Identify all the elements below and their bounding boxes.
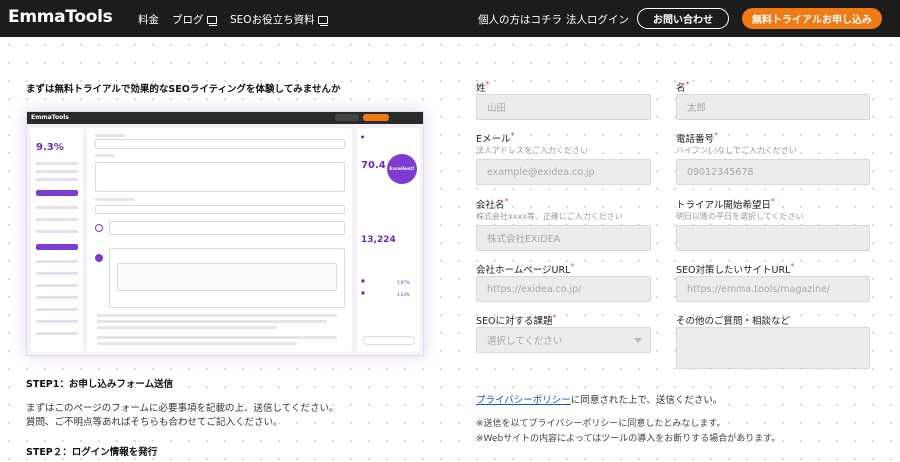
other-inquiry-textarea[interactable] — [676, 327, 870, 369]
homepage-label: 会社ホームページURL* — [476, 262, 575, 276]
nav-link-blog[interactable]: ブログ — [172, 12, 217, 27]
mock-header: EmmaTools — [27, 112, 423, 124]
mock-editor — [87, 128, 352, 352]
other-inquiry-label: その他のご質問・相談など — [676, 316, 791, 327]
phone-label: 電話番号* — [676, 131, 719, 145]
start-date-label: トライアル開始希望日* — [676, 197, 775, 211]
mock-score-panel: ● 70.4 Excellent! 13,224 ■ 1.97% ■ 1.03% — [357, 128, 420, 352]
top-navbar: EmmaTools 料金 ブログ SEOお役立ち資料 個人の方はコチラ 法人ログ… — [0, 0, 900, 37]
note-line-1: ※送信を以てプライバシーポリシーに同意したとみなします。 — [476, 419, 726, 429]
mock-score: 70.4 — [361, 160, 386, 171]
step1-text-line1: まずはこのページのフォームに必要事項を記載の上、送信してください。 — [26, 403, 339, 414]
free-trial-button[interactable]: 無料トライアルお申し込み — [742, 8, 882, 29]
company-input[interactable]: 株式会社EXIDEA — [476, 225, 651, 251]
nav-link-pricing[interactable]: 料金 — [138, 12, 159, 27]
last-name-input[interactable]: 山田 — [476, 94, 651, 120]
note-line-2: ※Webサイトの内容によってはツールの導入をお断りする場合があります。 — [476, 434, 781, 444]
mock-excellent-badge: Excellent! — [387, 154, 417, 184]
mock-brand: EmmaTools — [31, 114, 69, 121]
seo-issue-label: SEOに対する課題* — [476, 313, 557, 327]
seo-site-label: SEO対策したいサイトURL* — [676, 262, 795, 276]
seo-issue-selected: 選択してください — [487, 336, 563, 347]
mock-count: 13,224 — [361, 235, 396, 245]
start-date-input[interactable] — [676, 225, 870, 251]
email-input[interactable]: example@exidea.co.jp — [476, 159, 651, 185]
logo[interactable]: EmmaTools — [8, 7, 113, 27]
mock-percent: 9.3% — [36, 142, 64, 153]
start-date-hint: 明日以降の平日を選択してください — [676, 212, 804, 221]
email-hint: 法人アドレスをご入力ください — [476, 146, 588, 155]
contact-button[interactable]: お問い合わせ — [637, 8, 729, 29]
external-link-icon — [206, 15, 217, 26]
company-label: 会社名* — [476, 197, 509, 211]
nav-link-seo-resources[interactable]: SEOお役立ち資料 — [230, 12, 328, 27]
mock-sidebar: 9.3% — [31, 128, 83, 352]
homepage-input[interactable]: https://exidea.co.jp/ — [476, 276, 651, 302]
email-label: Eメール* — [476, 131, 515, 145]
first-name-label: 名* — [676, 80, 690, 94]
nav-link-personal[interactable]: 個人の方はコチラ — [478, 12, 562, 27]
mock-button — [335, 114, 359, 121]
last-name-label: 姓* — [476, 80, 490, 94]
lead-text: まずは無料トライアルで効果的なSEOライティングを体験してみませんか — [26, 84, 341, 95]
seo-site-input[interactable]: https://emma.tools/magazine/ — [676, 276, 870, 302]
company-hint: 株式会社xxxx等、正確にご入力ください — [476, 212, 623, 221]
chevron-down-icon — [634, 338, 642, 343]
nav-link-corporate-login[interactable]: 法人ログイン — [566, 12, 629, 27]
step1-text-line2: 質問、ご不明点等あればそちらも合わせてご記入ください。 — [26, 417, 283, 428]
phone-hint: ハイフン(-)なしでご入力ください — [676, 146, 797, 155]
step2-title: STEP２：ログイン情報を発行 — [26, 447, 158, 458]
seo-issue-select[interactable]: 選択してください — [476, 327, 651, 353]
product-screenshot: EmmaTools 9.3% ● 70.4 Excellent! 13,224 … — [26, 111, 424, 356]
mock-button-orange — [363, 114, 389, 121]
step1-title: STEP1：お申し込みフォーム送信 — [26, 379, 174, 390]
phone-input[interactable]: 09012345678 — [676, 159, 870, 185]
external-link-icon — [317, 15, 328, 26]
privacy-policy-link[interactable]: プライバシーポリシー — [476, 395, 571, 406]
privacy-consent-text: プライバシーポリシーに同意された上で、送信ください。 — [476, 395, 723, 406]
first-name-input[interactable]: 太郎 — [676, 94, 870, 120]
